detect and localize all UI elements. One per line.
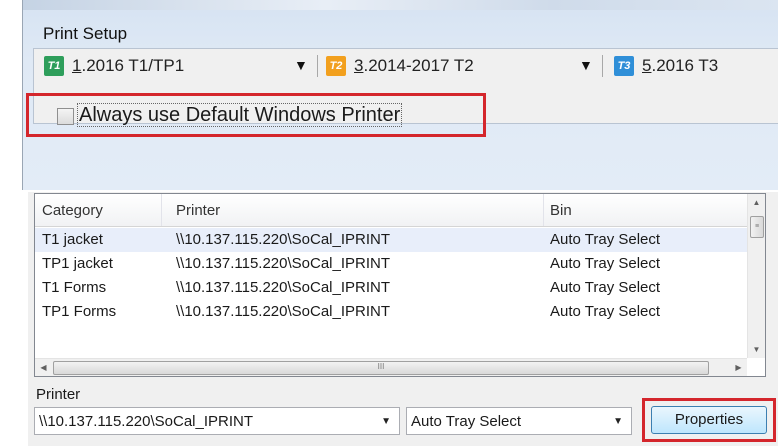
row-printer: \\10.137.115.220\SoCal_IPRINT — [176, 303, 391, 320]
row-bin: Auto Tray Select — [550, 255, 661, 272]
column-header-category[interactable]: Category — [42, 202, 103, 219]
printer-select-value: \\10.137.115.220\SoCal_IPRINT — [39, 413, 254, 430]
window-title: Print Setup — [43, 24, 128, 43]
tab-profile-5-label: .2016 T3 — [651, 56, 719, 75]
table-row[interactable]: TP1 jacket \\10.137.115.220\SoCal_IPRINT… — [35, 252, 747, 276]
row-printer: \\10.137.115.220\SoCal_IPRINT — [176, 255, 391, 272]
tab-profile-5[interactable]: T3 5.2016 T3 — [614, 54, 718, 78]
tab-profile-3[interactable]: T2 3.2014-2017 T2 — [326, 54, 474, 78]
window-chrome-strip — [23, 0, 778, 10]
tab-separator — [317, 55, 318, 77]
scroll-left-icon[interactable]: ◀ — [35, 359, 52, 376]
table-row[interactable]: T1 jacket \\10.137.115.220\SoCal_IPRINT … — [35, 228, 747, 252]
row-category: TP1 jacket — [42, 255, 113, 272]
row-bin: Auto Tray Select — [550, 279, 661, 296]
printer-section-label: Printer — [36, 386, 81, 403]
row-printer: \\10.137.115.220\SoCal_IPRINT — [176, 279, 391, 296]
horizontal-scroll-thumb[interactable]: III — [53, 361, 709, 375]
table-row[interactable]: TP1 Forms \\10.137.115.220\SoCal_IPRINT … — [35, 300, 747, 324]
column-header-bin[interactable]: Bin — [550, 202, 572, 219]
scroll-right-icon[interactable]: ▶ — [730, 359, 747, 376]
chevron-down-icon[interactable]: ▼ — [613, 416, 623, 427]
tab-profile-1-label: .2016 T1/TP1 — [81, 56, 185, 75]
row-category: T1 Forms — [42, 279, 107, 296]
t2-product-icon: T2 — [326, 56, 346, 76]
scroll-down-icon[interactable]: ▼ — [748, 341, 765, 358]
row-category: T1 jacket — [42, 231, 103, 248]
list-header: Category Printer Bin — [35, 194, 747, 227]
printer-assignment-panel: Category Printer Bin T1 jacket \\10.137.… — [28, 192, 778, 446]
row-printer: \\10.137.115.220\SoCal_IPRINT — [176, 231, 391, 248]
scroll-up-icon[interactable]: ▲ — [748, 194, 765, 211]
row-bin: Auto Tray Select — [550, 231, 661, 248]
default-printer-checkbox[interactable] — [57, 108, 74, 125]
column-divider[interactable] — [161, 194, 162, 226]
tab-profile-5-number: 5 — [642, 56, 652, 75]
bin-select[interactable]: Auto Tray Select ▼ — [406, 407, 632, 435]
t3-product-icon: T3 — [614, 56, 634, 76]
tab-profile-3-number: 3 — [354, 56, 364, 75]
column-divider[interactable] — [543, 194, 544, 226]
properties-button[interactable]: Properties — [651, 406, 767, 434]
bin-select-value: Auto Tray Select — [411, 413, 522, 430]
t1-product-icon: T1 — [44, 56, 64, 76]
default-printer-checkbox-label[interactable]: Always use Default Windows Printer — [77, 103, 403, 127]
tab-profile-3-dropdown-icon[interactable]: ▼ — [579, 57, 593, 73]
row-category: TP1 Forms — [42, 303, 117, 320]
tab-profile-1-number: 1 — [72, 56, 82, 75]
tab-profile-3-label: .2014-2017 T2 — [363, 56, 474, 75]
vertical-scroll-thumb[interactable]: ≡ — [750, 216, 764, 238]
table-row[interactable]: T1 Forms \\10.137.115.220\SoCal_IPRINT A… — [35, 276, 747, 300]
properties-highlight-frame: Properties — [642, 398, 776, 442]
checkbox-highlight-frame: Always use Default Windows Printer — [26, 93, 486, 137]
column-header-printer[interactable]: Printer — [176, 202, 220, 219]
printer-select[interactable]: \\10.137.115.220\SoCal_IPRINT ▼ — [34, 407, 400, 435]
tab-profile-1[interactable]: T1 1.2016 T1/TP1 — [44, 54, 184, 78]
vertical-scrollbar[interactable]: ▲ ≡ ▼ — [747, 194, 765, 358]
profile-tab-bar: T1 1.2016 T1/TP1 ▼ T2 3.2014-2017 T2 ▼ T… — [33, 48, 778, 84]
horizontal-scrollbar[interactable]: ◀ III ▶ — [35, 358, 747, 376]
chevron-down-icon[interactable]: ▼ — [381, 416, 391, 427]
row-bin: Auto Tray Select — [550, 303, 661, 320]
tab-separator — [602, 55, 603, 77]
tab-profile-1-dropdown-icon[interactable]: ▼ — [294, 57, 308, 73]
category-printer-list[interactable]: Category Printer Bin T1 jacket \\10.137.… — [34, 193, 766, 377]
